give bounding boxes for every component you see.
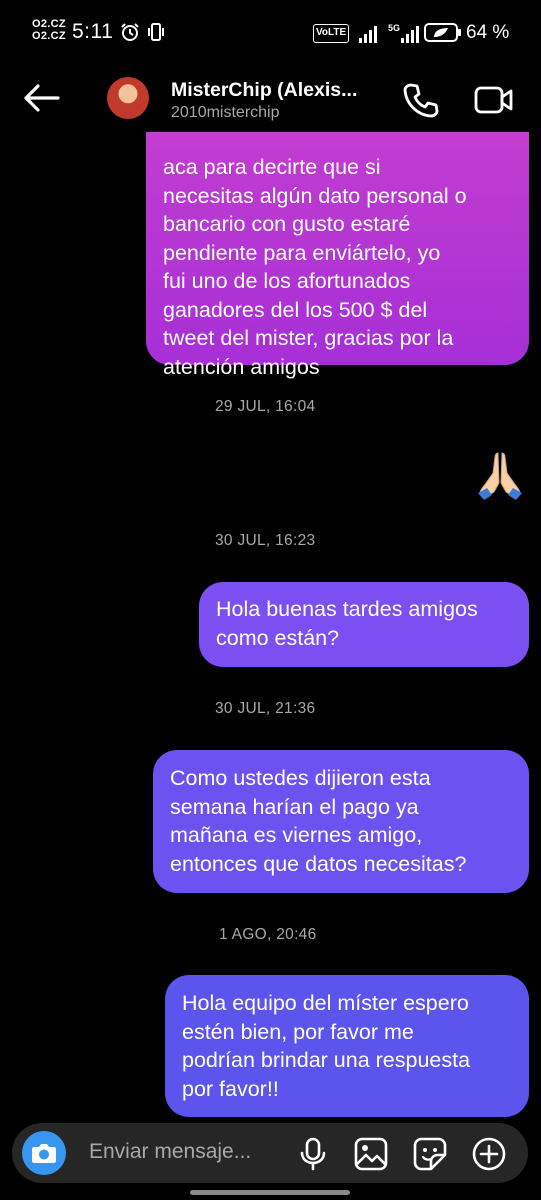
message-bubble-outgoing[interactable]: aca para decirte que si necesitas algún …	[146, 120, 529, 379]
status-time: 5:11	[72, 20, 114, 43]
gallery-icon[interactable]	[354, 1137, 388, 1171]
message-timestamp: 30 JUL, 21:36	[215, 700, 316, 717]
volte-badge: VoLTE	[313, 24, 350, 43]
svg-text:5G: 5G	[388, 23, 400, 33]
battery-percent: 64 %	[466, 22, 510, 43]
carrier-label: O2.CZ O2.CZ	[32, 18, 66, 42]
signal-5g-icon: 5G	[388, 23, 419, 43]
home-indicator[interactable]	[190, 1190, 350, 1195]
alarm-icon	[121, 23, 139, 41]
message-composer: Enviar mensaje...	[12, 1123, 528, 1183]
phone-call-icon[interactable]	[402, 82, 440, 118]
camera-icon	[32, 1144, 56, 1163]
message-timestamp: 29 JUL, 16:04	[215, 398, 316, 415]
battery-icon	[424, 23, 461, 42]
video-call-icon[interactable]	[474, 84, 514, 116]
avatar[interactable]	[107, 77, 149, 119]
message-timestamp: 1 AGO, 20:46	[219, 926, 317, 943]
back-arrow-icon[interactable]	[22, 82, 60, 114]
contact-username[interactable]: 2010misterchip	[171, 104, 280, 122]
camera-button[interactable]	[22, 1131, 66, 1175]
message-timestamp: 30 JUL, 16:23	[215, 532, 316, 549]
message-bubble-outgoing[interactable]: Hola buenas tardes amigos como están?	[199, 582, 529, 667]
sticker-icon[interactable]	[413, 1137, 447, 1171]
vibrate-icon	[148, 23, 164, 41]
folded-hands-emoji[interactable]	[476, 449, 524, 501]
message-bubble-outgoing[interactable]: Hola equipo del míster espero estén bien…	[165, 975, 529, 1117]
signal-icon	[359, 26, 377, 43]
message-input[interactable]: Enviar mensaje...	[89, 1140, 251, 1164]
microphone-icon[interactable]	[296, 1137, 330, 1171]
message-bubble-outgoing[interactable]: Como ustedes dijieron esta semana harían…	[153, 750, 529, 893]
plus-icon[interactable]	[472, 1137, 506, 1171]
chat-header: MisterChip (Alexis... 2010misterchip	[0, 66, 541, 132]
status-bar: O2.CZ O2.CZ 5:11 VoLTE 5G 64 %	[0, 0, 541, 66]
contact-name[interactable]: MisterChip (Alexis...	[171, 79, 381, 102]
